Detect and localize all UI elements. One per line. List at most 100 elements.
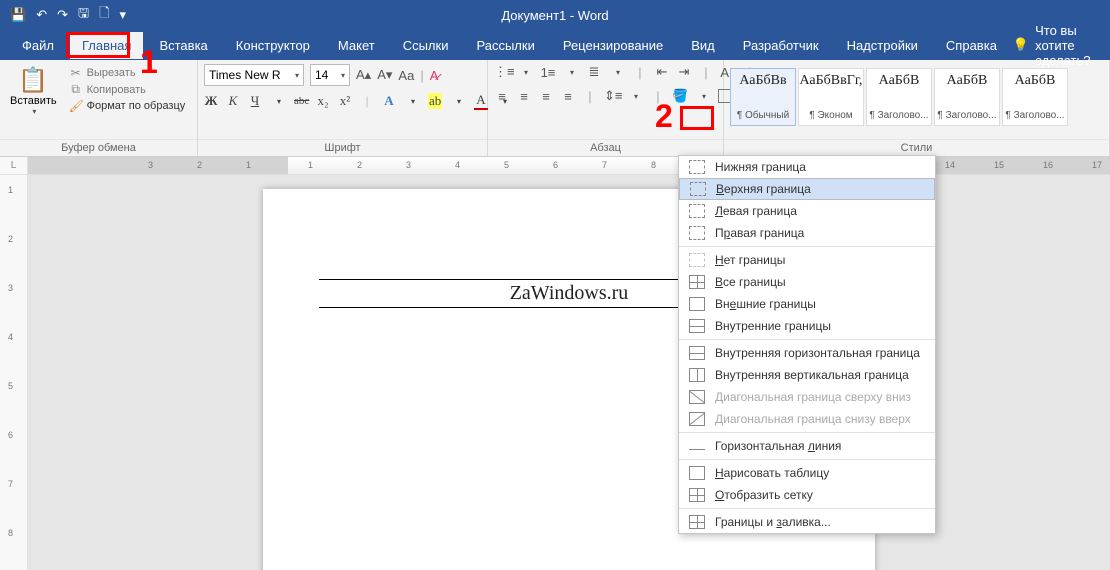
subscript-button[interactable]: x₂ (316, 93, 330, 109)
bold-button[interactable]: Ж (204, 93, 218, 109)
format-painter-button[interactable]: 🖌Формат по образцу (69, 99, 186, 113)
tab-file[interactable]: Файл (10, 32, 66, 59)
vertical-ruler[interactable]: 12345678 (0, 175, 28, 570)
border-menu-item-6[interactable]: Внешние границы (679, 293, 935, 315)
text-effects-button[interactable]: A (382, 93, 396, 109)
cut-label: Вырезать (87, 67, 136, 79)
line-spacing-button[interactable]: ⇕≡ (604, 88, 620, 104)
border-menu-item-7[interactable]: Внутренние границы (679, 315, 935, 337)
save-icon[interactable]: 💾 (10, 7, 26, 23)
style-card-0[interactable]: АаБбВв¶ Обычный (730, 68, 796, 126)
increase-indent-button[interactable]: ⇥ (676, 64, 692, 80)
tab-review[interactable]: Рецензирование (551, 32, 675, 59)
tab-addins[interactable]: Надстройки (835, 32, 930, 59)
touch-mode-icon[interactable]: 🖫 (78, 4, 89, 26)
ruler-tick: 16 (1043, 160, 1053, 170)
border-menu-item-2[interactable]: Левая граница (679, 200, 935, 222)
decrease-indent-button[interactable]: ⇤ (654, 64, 670, 80)
border-menu-item-10: Диагональная граница сверху вниз (679, 386, 935, 408)
ruler-bar: L 1234567891011121314151617321 (0, 157, 1110, 175)
cut-button[interactable]: ✂Вырезать (69, 66, 186, 80)
style-card-1[interactable]: АаБбВвГг, ¶ Эконом (798, 68, 864, 126)
border-type-icon (689, 466, 705, 480)
tab-insert[interactable]: Вставка (147, 32, 219, 59)
highlight-button[interactable]: ab (428, 93, 442, 109)
justify-button[interactable]: ≡ (560, 89, 576, 104)
border-type-icon (689, 449, 705, 450)
paste-label: Вставить (10, 95, 57, 107)
border-menu-item-14[interactable]: Отобразить сетку (679, 484, 935, 506)
style-preview: АаБбВвГг, (800, 73, 863, 89)
number-list-button[interactable]: 1≡ (540, 65, 556, 80)
border-menu-label: Левая граница (715, 204, 797, 218)
quick-access-toolbar: 💾 ↶ ↷ 🖫 🗋 ▾ (0, 0, 136, 30)
style-card-2[interactable]: АаБбВ¶ Заголово... (866, 68, 932, 126)
bullet-list-button[interactable]: ⋮≡ (494, 64, 510, 80)
style-name: ¶ Заголово... (937, 110, 997, 121)
grow-font-button[interactable]: A▴ (356, 67, 371, 83)
ruler-tick: 2 (357, 160, 362, 170)
border-menu-item-8[interactable]: Внутренняя горизонтальная граница (679, 339, 935, 364)
border-type-icon (689, 297, 705, 311)
lightbulb-icon: 💡 (1013, 37, 1029, 53)
tab-developer[interactable]: Разработчик (731, 32, 831, 59)
tab-design[interactable]: Конструктор (224, 32, 322, 59)
shrink-font-button[interactable]: A▾ (377, 67, 392, 83)
font-color-button[interactable]: A (474, 92, 488, 110)
superscript-button[interactable]: x² (338, 93, 352, 109)
tab-layout[interactable]: Макет (326, 32, 387, 59)
font-family-select[interactable]: Times New R▾ (204, 64, 304, 86)
underline-button[interactable]: Ч (248, 93, 262, 109)
tab-home[interactable]: Главная (70, 32, 143, 59)
align-center-button[interactable]: ≡ (516, 89, 532, 104)
page-viewport[interactable]: ZaWindows.ru (28, 175, 1110, 570)
copy-icon: ⧉ (69, 82, 83, 97)
change-case-button[interactable]: Aa (398, 68, 414, 83)
tab-references[interactable]: Ссылки (391, 32, 461, 59)
undo-icon[interactable]: ↶ (36, 7, 47, 23)
border-menu-item-0[interactable]: Нижняя граница (679, 156, 935, 178)
border-type-icon (689, 160, 705, 174)
border-menu-item-12[interactable]: Горизонтальная линия (679, 432, 935, 457)
border-menu-item-3[interactable]: Правая граница (679, 222, 935, 244)
border-type-icon (689, 275, 705, 289)
italic-button[interactable]: К (226, 93, 240, 109)
tab-mailings[interactable]: Рассылки (464, 32, 546, 59)
style-card-3[interactable]: АаБбВ ¶ Заголово... (934, 68, 1000, 126)
tab-help[interactable]: Справка (934, 32, 1009, 59)
horizontal-ruler[interactable]: 1234567891011121314151617321 (28, 157, 1110, 174)
border-menu-item-9[interactable]: Внутренняя вертикальная граница (679, 364, 935, 386)
tab-view[interactable]: Вид (679, 32, 727, 59)
style-name: ¶ Обычный (733, 110, 793, 121)
style-preview: АаБбВ (947, 73, 988, 89)
copy-button[interactable]: ⧉Копировать (69, 82, 186, 97)
qat-more-icon[interactable]: ▾ (120, 7, 127, 23)
border-menu-item-5[interactable]: Все границы (679, 271, 935, 293)
border-menu-item-4[interactable]: Нет границы (679, 246, 935, 271)
border-menu-item-1[interactable]: Верхняя граница (679, 178, 935, 200)
border-menu-label: Все границы (715, 275, 786, 289)
group-clipboard-label: Буфер обмена (0, 139, 197, 156)
redo-icon[interactable]: ↷ (57, 7, 68, 23)
paste-button[interactable]: 📋 Вставить ▾ (6, 64, 61, 118)
ruler-tick: 6 (553, 160, 558, 170)
strike-button[interactable]: abc (294, 95, 308, 107)
border-type-icon (689, 253, 705, 267)
border-menu-item-13[interactable]: Нарисовать таблицу (679, 459, 935, 484)
ribbon-tabs: Файл Главная Вставка Конструктор Макет С… (0, 30, 1110, 60)
style-card-4[interactable]: АаБбВ¶ Заголово... (1002, 68, 1068, 126)
borders-dropdown-menu: Нижняя границаВерхняя граница Левая грани… (678, 155, 936, 534)
multilevel-list-button[interactable]: ≣ (586, 64, 602, 80)
font-size-select[interactable]: 14▾ (310, 64, 350, 86)
shading-button[interactable]: 🪣 (672, 88, 688, 104)
border-menu-label: Диагональная граница сверху вниз (715, 390, 911, 404)
ruler-tick: 8 (651, 160, 656, 170)
group-font-label: Шрифт (198, 139, 487, 156)
border-menu-item-15[interactable]: Границы и заливка... (679, 508, 935, 533)
new-doc-icon[interactable]: 🗋 (99, 4, 109, 26)
style-name: ¶ Эконом (801, 110, 861, 121)
clear-formatting-button[interactable]: A̷ (430, 68, 439, 83)
align-right-button[interactable]: ≡ (538, 89, 554, 104)
align-left-button[interactable]: ≡ (494, 89, 510, 104)
group-clipboard: 📋 Вставить ▾ ✂Вырезать ⧉Копировать 🖌Форм… (0, 60, 198, 156)
